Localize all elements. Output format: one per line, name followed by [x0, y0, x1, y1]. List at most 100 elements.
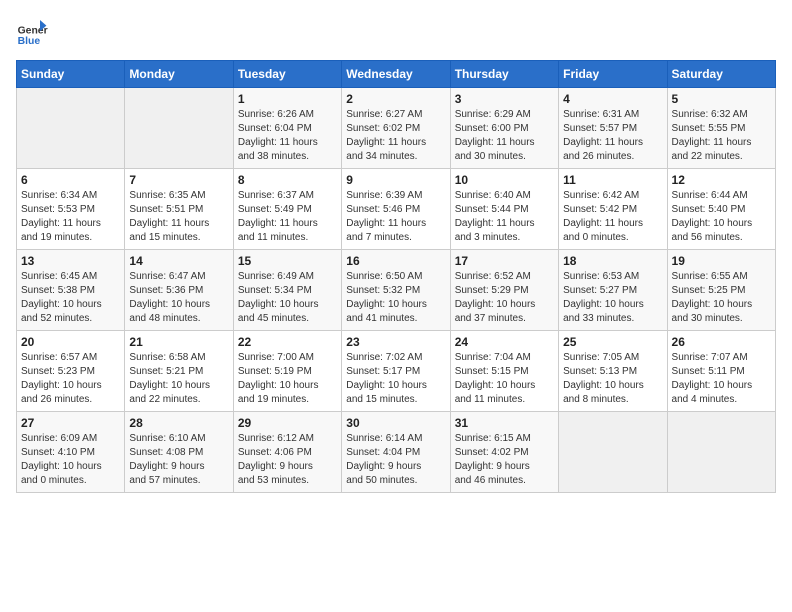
day-info: Sunrise: 6:44 AM Sunset: 5:40 PM Dayligh… [672, 189, 771, 245]
day-number: 15 [238, 254, 337, 268]
calendar-cell: 19Sunrise: 6:55 AM Sunset: 5:25 PM Dayli… [667, 250, 775, 331]
calendar-cell: 21 Sunrise: 6:58 AM Sunset: 5:21 PM Dayli… [125, 331, 233, 412]
day-number: 20 [21, 335, 120, 349]
day-info: Sunrise: 7:04 AM Sunset: 5:15 PM Dayligh… [455, 351, 554, 407]
day-info: Sunrise: 6:09 AM Sunset: 4:10 PM Dayligh… [21, 432, 120, 488]
calendar-cell: 13 Sunrise: 6:45 AM Sunset: 5:38 PM Dayli… [17, 250, 125, 331]
weekday-monday: Monday [125, 61, 233, 88]
calendar-cell: 25 Sunrise: 7:05 AM Sunset: 5:13 PM Dayli… [559, 331, 667, 412]
week-row-2: 6Sunrise: 6:34 AM Sunset: 5:53 PM Daylig… [17, 169, 776, 250]
day-info: Sunrise: 6:26 AM Sunset: 6:04 PM Dayligh… [238, 108, 337, 164]
day-info: Sunrise: 6:37 AM Sunset: 5:49 PM Dayligh… [238, 189, 337, 245]
day-number: 28 [129, 416, 228, 430]
calendar-cell: 5 Sunrise: 6:32 AM Sunset: 5:55 PM Daylig… [667, 88, 775, 169]
weekday-tuesday: Tuesday [233, 61, 341, 88]
calendar-body: 1Sunrise: 6:26 AM Sunset: 6:04 PM Daylig… [17, 88, 776, 493]
day-info: Sunrise: 6:47 AM Sunset: 5:36 PM Dayligh… [129, 270, 228, 326]
calendar-cell: 8 Sunrise: 6:37 AM Sunset: 5:49 PM Daylig… [233, 169, 341, 250]
day-info: Sunrise: 6:42 AM Sunset: 5:42 PM Dayligh… [563, 189, 662, 245]
day-number: 19 [672, 254, 771, 268]
day-number: 21 [129, 335, 228, 349]
day-number: 5 [672, 92, 771, 106]
calendar-cell: 27 Sunrise: 6:09 AM Sunset: 4:10 PM Dayli… [17, 412, 125, 493]
weekday-wednesday: Wednesday [342, 61, 450, 88]
calendar-cell: 23Sunrise: 7:02 AM Sunset: 5:17 PM Dayli… [342, 331, 450, 412]
day-number: 7 [129, 173, 228, 187]
calendar-cell: 31 Sunrise: 6:15 AM Sunset: 4:02 PM Dayli… [450, 412, 558, 493]
day-number: 14 [129, 254, 228, 268]
day-number: 6 [21, 173, 120, 187]
day-number: 13 [21, 254, 120, 268]
day-number: 25 [563, 335, 662, 349]
day-number: 12 [672, 173, 771, 187]
day-info: Sunrise: 7:05 AM Sunset: 5:13 PM Dayligh… [563, 351, 662, 407]
day-info: Sunrise: 6:58 AM Sunset: 5:21 PM Dayligh… [129, 351, 228, 407]
day-info: Sunrise: 6:32 AM Sunset: 5:55 PM Dayligh… [672, 108, 771, 164]
calendar-cell: 9 Sunrise: 6:39 AM Sunset: 5:46 PM Daylig… [342, 169, 450, 250]
day-info: Sunrise: 7:07 AM Sunset: 5:11 PM Dayligh… [672, 351, 771, 407]
calendar-cell [667, 412, 775, 493]
week-row-1: 1Sunrise: 6:26 AM Sunset: 6:04 PM Daylig… [17, 88, 776, 169]
calendar-cell: 6Sunrise: 6:34 AM Sunset: 5:53 PM Daylig… [17, 169, 125, 250]
week-row-5: 27 Sunrise: 6:09 AM Sunset: 4:10 PM Dayli… [17, 412, 776, 493]
calendar-cell [559, 412, 667, 493]
calendar-cell: 2 Sunrise: 6:27 AM Sunset: 6:02 PM Daylig… [342, 88, 450, 169]
day-info: Sunrise: 6:14 AM Sunset: 4:04 PM Dayligh… [346, 432, 445, 488]
day-number: 16 [346, 254, 445, 268]
calendar-cell [125, 88, 233, 169]
day-info: Sunrise: 6:35 AM Sunset: 5:51 PM Dayligh… [129, 189, 228, 245]
calendar-cell: 12 Sunrise: 6:44 AM Sunset: 5:40 PM Dayli… [667, 169, 775, 250]
calendar-cell: 7 Sunrise: 6:35 AM Sunset: 5:51 PM Daylig… [125, 169, 233, 250]
day-info: Sunrise: 7:02 AM Sunset: 5:17 PM Dayligh… [346, 351, 445, 407]
day-number: 31 [455, 416, 554, 430]
day-info: Sunrise: 6:27 AM Sunset: 6:02 PM Dayligh… [346, 108, 445, 164]
day-number: 29 [238, 416, 337, 430]
logo-icon: General Blue [16, 16, 48, 48]
day-info: Sunrise: 6:45 AM Sunset: 5:38 PM Dayligh… [21, 270, 120, 326]
week-row-4: 20 Sunrise: 6:57 AM Sunset: 5:23 PM Dayli… [17, 331, 776, 412]
day-info: Sunrise: 6:40 AM Sunset: 5:44 PM Dayligh… [455, 189, 554, 245]
day-info: Sunrise: 6:50 AM Sunset: 5:32 PM Dayligh… [346, 270, 445, 326]
calendar-table: SundayMondayTuesdayWednesdayThursdayFrid… [16, 60, 776, 493]
day-info: Sunrise: 6:31 AM Sunset: 5:57 PM Dayligh… [563, 108, 662, 164]
day-info: Sunrise: 6:29 AM Sunset: 6:00 PM Dayligh… [455, 108, 554, 164]
day-number: 26 [672, 335, 771, 349]
day-info: Sunrise: 6:52 AM Sunset: 5:29 PM Dayligh… [455, 270, 554, 326]
day-info: Sunrise: 6:53 AM Sunset: 5:27 PM Dayligh… [563, 270, 662, 326]
weekday-sunday: Sunday [17, 61, 125, 88]
day-number: 8 [238, 173, 337, 187]
calendar-cell: 3Sunrise: 6:29 AM Sunset: 6:00 PM Daylig… [450, 88, 558, 169]
calendar-cell: 14 Sunrise: 6:47 AM Sunset: 5:36 PM Dayli… [125, 250, 233, 331]
day-number: 24 [455, 335, 554, 349]
calendar-cell: 22Sunrise: 7:00 AM Sunset: 5:19 PM Dayli… [233, 331, 341, 412]
logo: General Blue [16, 16, 48, 48]
day-info: Sunrise: 6:39 AM Sunset: 5:46 PM Dayligh… [346, 189, 445, 245]
day-number: 11 [563, 173, 662, 187]
weekday-friday: Friday [559, 61, 667, 88]
calendar-cell: 24 Sunrise: 7:04 AM Sunset: 5:15 PM Dayli… [450, 331, 558, 412]
day-info: Sunrise: 6:57 AM Sunset: 5:23 PM Dayligh… [21, 351, 120, 407]
svg-text:Blue: Blue [18, 36, 41, 47]
day-number: 9 [346, 173, 445, 187]
calendar-cell [17, 88, 125, 169]
day-number: 10 [455, 173, 554, 187]
page-header: General Blue [16, 16, 776, 48]
day-info: Sunrise: 6:10 AM Sunset: 4:08 PM Dayligh… [129, 432, 228, 488]
calendar-cell: 16 Sunrise: 6:50 AM Sunset: 5:32 PM Dayli… [342, 250, 450, 331]
weekday-thursday: Thursday [450, 61, 558, 88]
weekday-saturday: Saturday [667, 61, 775, 88]
calendar-cell: 10 Sunrise: 6:40 AM Sunset: 5:44 PM Dayli… [450, 169, 558, 250]
day-number: 18 [563, 254, 662, 268]
day-number: 30 [346, 416, 445, 430]
day-number: 2 [346, 92, 445, 106]
day-info: Sunrise: 6:15 AM Sunset: 4:02 PM Dayligh… [455, 432, 554, 488]
calendar-cell: 28 Sunrise: 6:10 AM Sunset: 4:08 PM Dayli… [125, 412, 233, 493]
calendar-cell: 4Sunrise: 6:31 AM Sunset: 5:57 PM Daylig… [559, 88, 667, 169]
weekday-header-row: SundayMondayTuesdayWednesdayThursdayFrid… [17, 61, 776, 88]
day-number: 27 [21, 416, 120, 430]
day-number: 22 [238, 335, 337, 349]
day-info: Sunrise: 6:12 AM Sunset: 4:06 PM Dayligh… [238, 432, 337, 488]
calendar-header: SundayMondayTuesdayWednesdayThursdayFrid… [17, 61, 776, 88]
calendar-cell: 15Sunrise: 6:49 AM Sunset: 5:34 PM Dayli… [233, 250, 341, 331]
calendar-cell: 11 Sunrise: 6:42 AM Sunset: 5:42 PM Dayli… [559, 169, 667, 250]
